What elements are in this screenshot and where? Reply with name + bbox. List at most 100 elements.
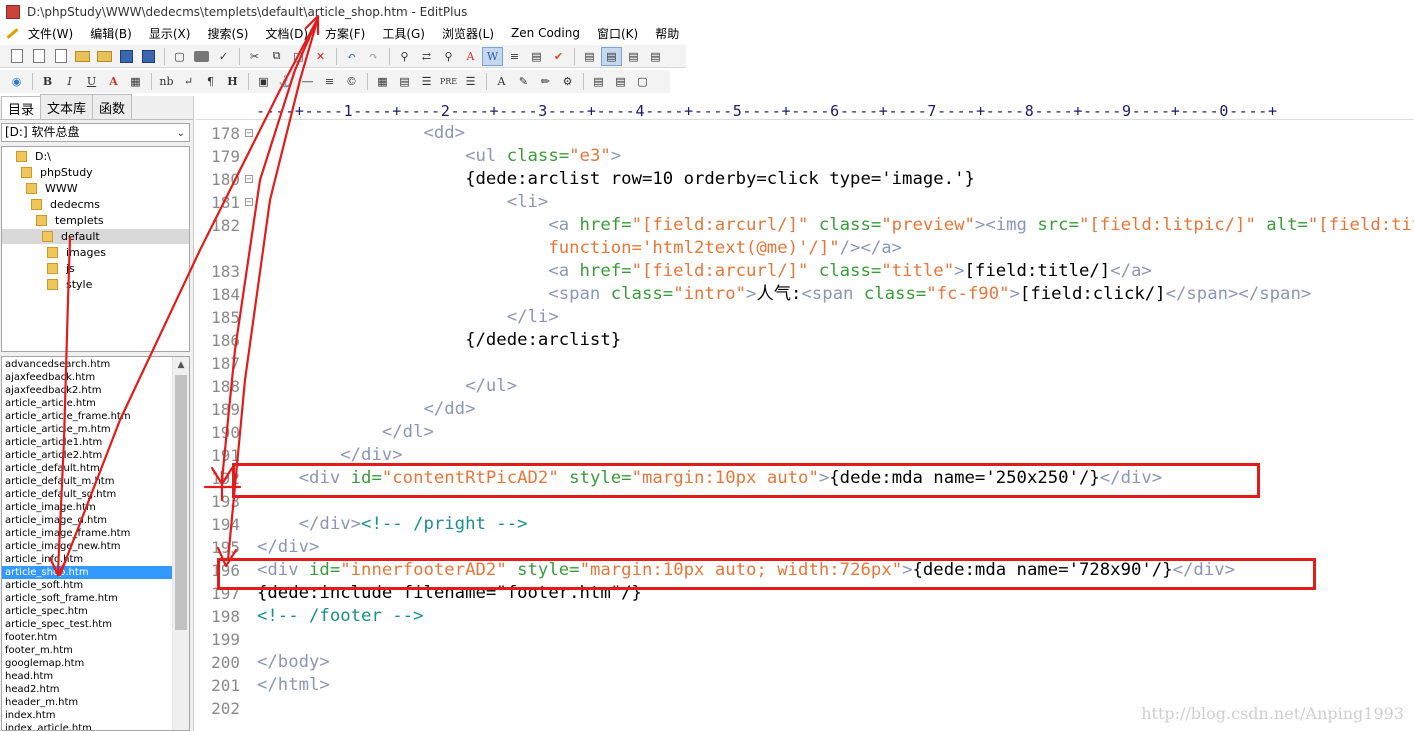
tab-directory[interactable]: 目录 [1, 96, 42, 119]
file-list-item[interactable]: article_image_d.htm [2, 514, 173, 527]
file-list-item[interactable]: footer_m.htm [2, 644, 173, 657]
fold-marker-icon[interactable]: − [245, 198, 253, 206]
file-list-item[interactable]: article_soft_frame.htm [2, 592, 173, 605]
tab-functions[interactable]: 函数 [92, 94, 133, 119]
file-list-item[interactable]: article_default_m.htm [2, 475, 173, 488]
file-list-item[interactable]: article_spec.htm [2, 605, 173, 618]
open-recent-icon[interactable] [94, 47, 115, 66]
code-line[interactable]: <span class="intro">人气:<span class="fc-f… [257, 283, 1311, 306]
copy-icon[interactable]: ⧉ [266, 47, 287, 66]
file-list-item[interactable]: article_article2.htm [2, 449, 173, 462]
code-editor[interactable]: ----+----1----+----2----+----3----+----4… [196, 96, 1414, 731]
fold-marker-icon[interactable]: − [245, 175, 253, 183]
file-list-item[interactable]: article_shop.htm [2, 566, 173, 579]
script-icon[interactable]: ⚙ [557, 72, 578, 91]
save-all-icon[interactable] [138, 47, 159, 66]
code-line[interactable]: </dd> [257, 398, 475, 421]
indent-icon[interactable]: ≡ [504, 47, 525, 66]
tree-folder-www[interactable]: WWW [26, 181, 78, 196]
menu-project[interactable]: 方案(F) [325, 25, 365, 42]
file-list-item[interactable]: head2.htm [2, 683, 173, 696]
menu-edit[interactable]: 编辑(B) [90, 25, 132, 42]
color-picker-icon[interactable]: ▦ [125, 72, 146, 91]
cut-icon[interactable]: ✂ [244, 47, 265, 66]
delete-icon[interactable]: ✕ [310, 47, 331, 66]
new-html-icon[interactable] [28, 47, 49, 66]
menu-help[interactable]: 帮助 [655, 25, 679, 42]
layer-icon[interactable]: ▢ [632, 72, 653, 91]
tree-folder-dedecms[interactable]: dedecms [31, 197, 100, 212]
line-break-icon[interactable]: ↵ [178, 72, 199, 91]
file-list-item[interactable]: article_article.htm [2, 397, 173, 410]
italic-button[interactable]: I [59, 72, 80, 91]
code-line[interactable]: </body> [257, 651, 330, 674]
undo-icon[interactable]: ↶ [341, 47, 362, 66]
fullscreen-icon[interactable]: ▤ [645, 47, 666, 66]
file-list-item[interactable]: advancedsearch.htm [2, 358, 173, 371]
anchor-icon[interactable]: ⚓ [275, 72, 296, 91]
file-list-scrollbar[interactable]: ▲ [172, 357, 189, 730]
print-preview-icon[interactable]: ▢ [169, 47, 190, 66]
image-icon[interactable]: ▣ [253, 72, 274, 91]
menu-document[interactable]: 文档(D) [265, 25, 308, 42]
code-line[interactable]: </div><!-- /pright --> [257, 513, 528, 536]
file-list-item[interactable]: article_image_frame.htm [2, 527, 173, 540]
code-line[interactable]: </dl> [257, 421, 434, 444]
file-list-item[interactable]: index.htm [2, 709, 173, 722]
window-list-icon[interactable]: ▤ [579, 47, 600, 66]
directory-window-icon[interactable]: ▤ [601, 46, 622, 66]
file-list-item[interactable]: article_image_new.htm [2, 540, 173, 553]
file-list-item[interactable]: ajaxfeedback2.htm [2, 384, 173, 397]
code-area[interactable]: <dd> <ul class="e3"> {dede:arclist row=1… [257, 122, 1414, 722]
save-icon[interactable] [116, 47, 137, 66]
copyright-icon[interactable]: © [341, 72, 362, 91]
code-line[interactable]: <a href="[field:arcurl/]" class="preview… [257, 214, 1414, 237]
tree-folder-drive[interactable]: D:\ [16, 149, 51, 164]
drive-select[interactable]: [D:] 软件总盘 ⌄ [1, 123, 190, 142]
font-icon[interactable]: A [460, 47, 481, 66]
file-list-item[interactable]: head.htm [2, 670, 173, 683]
heading-button[interactable]: H [222, 72, 243, 91]
browser-preview-icon[interactable]: ◉ [6, 72, 27, 91]
file-list-item[interactable]: article_article_m.htm [2, 423, 173, 436]
code-line[interactable]: </html> [257, 674, 330, 697]
font-color-button[interactable]: A [103, 72, 124, 91]
file-list-item[interactable]: googlemap.htm [2, 657, 173, 670]
pre-button[interactable]: PRE [438, 72, 459, 91]
brush-icon[interactable]: ✏ [535, 72, 556, 91]
menu-browser[interactable]: 浏览器(L) [442, 25, 494, 42]
menu-zen-coding[interactable]: Zen Coding [511, 26, 580, 40]
output-window-icon[interactable]: ▤ [623, 47, 644, 66]
print-icon[interactable] [191, 47, 212, 66]
file-list-item[interactable]: footer.htm [2, 631, 173, 644]
open-folder-icon[interactable] [72, 47, 93, 66]
redo-icon[interactable]: ↷ [363, 47, 384, 66]
tree-folder-phpstudy[interactable]: phpStudy [21, 165, 93, 180]
embed-icon[interactable]: ▤ [610, 72, 631, 91]
underline-button[interactable]: U [81, 72, 102, 91]
paragraph-button[interactable]: ¶ [200, 72, 221, 91]
code-line[interactable]: </ul> [257, 375, 517, 398]
check-icon[interactable]: ✔ [548, 47, 569, 66]
tree-folder-style[interactable]: style [47, 277, 92, 292]
spell-icon[interactable]: ▤ [526, 47, 547, 66]
menu-tools[interactable]: 工具(G) [382, 25, 425, 42]
new-file-icon[interactable] [6, 47, 27, 66]
file-list-item[interactable]: article_image.htm [2, 501, 173, 514]
code-line[interactable]: </li> [257, 306, 559, 329]
file-list-item[interactable]: article_article1.htm [2, 436, 173, 449]
file-list-item[interactable]: article_default_sg.htm [2, 488, 173, 501]
file-list-item[interactable]: header_m.htm [2, 696, 173, 709]
code-line[interactable]: {/dede:arclist} [257, 329, 621, 352]
style-icon[interactable]: ✎ [513, 72, 534, 91]
code-line[interactable]: function='html2text(@me)'/]"/></a> [257, 237, 902, 260]
paste-icon[interactable]: □ [288, 47, 309, 66]
menu-search[interactable]: 搜索(S) [207, 25, 248, 42]
find-icon[interactable]: ⚲ [394, 47, 415, 66]
word-wrap-icon[interactable]: W [482, 46, 503, 66]
nbsp-button[interactable]: nb [156, 72, 177, 91]
menu-view[interactable]: 显示(X) [149, 25, 191, 42]
file-list-item[interactable]: article_default.htm [2, 462, 173, 475]
file-list-item[interactable]: ajaxfeedback.htm [2, 371, 173, 384]
frame-icon[interactable]: ▤ [588, 72, 609, 91]
